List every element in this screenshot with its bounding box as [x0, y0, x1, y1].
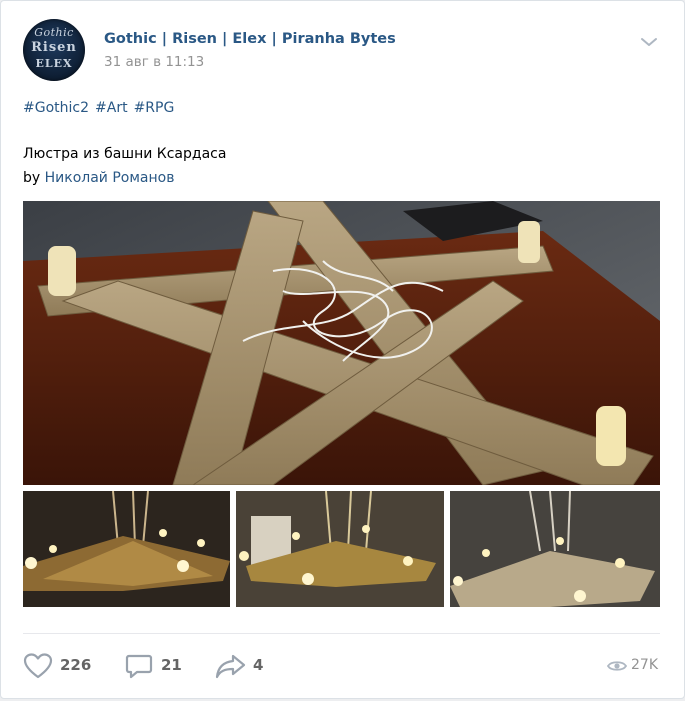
hashtag-link[interactable]: #RPG: [134, 100, 175, 116]
community-avatar[interactable]: Gothic Risen ELEX: [23, 19, 85, 81]
chevron-down-icon[interactable]: [639, 35, 659, 49]
byline-prefix: by: [23, 170, 41, 186]
post-date[interactable]: 31 авг в 11:13: [104, 54, 204, 70]
post-photo-main[interactable]: [23, 201, 660, 485]
avatar-text-1: Gothic: [34, 26, 74, 39]
byline-author-link[interactable]: Николай Романов: [45, 170, 175, 186]
comment-icon: [125, 654, 153, 679]
hashtag-link[interactable]: #Art: [95, 100, 128, 116]
hashtag-list: #Gothic2 #Art #RPG: [23, 100, 180, 116]
share-count: 4: [253, 656, 264, 674]
view-count: 27K: [631, 657, 658, 673]
heart-icon: [23, 653, 53, 679]
community-name-link[interactable]: Gothic | Risen | Elex | Piranha Bytes: [104, 31, 396, 47]
view-counter: 27K: [607, 657, 663, 677]
comment-button[interactable]: 21: [125, 652, 185, 680]
post-photo-thumb[interactable]: [23, 491, 230, 607]
hashtag-link[interactable]: #Gothic2: [23, 100, 89, 116]
chandelier-lit-photo: [450, 491, 660, 607]
like-button[interactable]: 226: [23, 652, 93, 680]
share-arrow-icon: [215, 654, 246, 679]
chandelier-lit-photo: [236, 491, 444, 607]
post-title: Люстра из башни Ксардаса: [23, 146, 227, 162]
avatar-text-3: ELEX: [35, 57, 73, 70]
comment-count: 21: [161, 656, 182, 674]
eye-icon: [607, 661, 627, 671]
avatar-text-2: Risen: [31, 40, 77, 55]
chandelier-lit-photo: [23, 491, 230, 607]
share-button[interactable]: 4: [215, 652, 271, 680]
post-card: Gothic Risen ELEX Gothic | Risen | Elex …: [0, 0, 685, 699]
post-photo-thumb[interactable]: [236, 491, 444, 607]
like-count: 226: [60, 656, 92, 674]
chandelier-photo: [23, 201, 660, 485]
actions-divider: [23, 633, 660, 634]
post-photo-thumb[interactable]: [450, 491, 660, 607]
post-byline: by Николай Романов: [23, 170, 174, 186]
